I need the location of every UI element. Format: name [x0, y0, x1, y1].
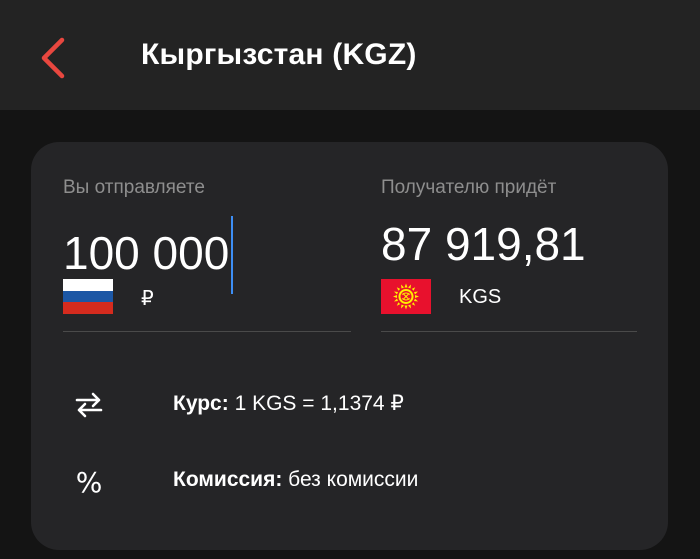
chevron-left-icon: [41, 37, 65, 79]
top-bar: Кыргызстан (KGZ): [0, 0, 700, 110]
send-divider: [63, 331, 351, 332]
exchange-rate-label: Курс:: [173, 392, 229, 415]
send-currency: ₽: [141, 288, 154, 310]
transfer-card: Вы отправляете 100 000 ₽ Получателю прид…: [31, 142, 668, 550]
percent-icon: %: [75, 465, 103, 499]
send-label: Вы отправляете: [63, 177, 205, 198]
exchange-rate-text: Курс: 1 KGS = 1,1374 ₽: [173, 391, 404, 416]
kyrgyzstan-flag-icon: [381, 279, 431, 314]
commission-text: Комиссия: без комиссии: [173, 468, 418, 492]
receive-divider: [381, 331, 637, 332]
exchange-rate-row: Курс: 1 KGS = 1,1374 ₽: [31, 385, 668, 425]
receive-currency: KGS: [459, 286, 502, 308]
commission-label: Комиссия:: [173, 468, 283, 491]
text-cursor: [231, 216, 234, 294]
receive-label: Получателю придёт: [381, 177, 557, 198]
receive-amount-value[interactable]: 87 919,81: [381, 214, 586, 274]
russia-flag-icon: [63, 279, 113, 314]
page-title: Кыргызстан (KGZ): [141, 38, 417, 71]
exchange-rate-value: 1 KGS = 1,1374 ₽: [234, 392, 404, 415]
send-amount-value: 100 000: [63, 227, 230, 279]
commission-row: % Комиссия: без комиссии: [31, 462, 668, 502]
swap-arrows-icon: [69, 385, 109, 425]
commission-value: без комиссии: [288, 468, 419, 491]
back-button[interactable]: [30, 30, 80, 86]
